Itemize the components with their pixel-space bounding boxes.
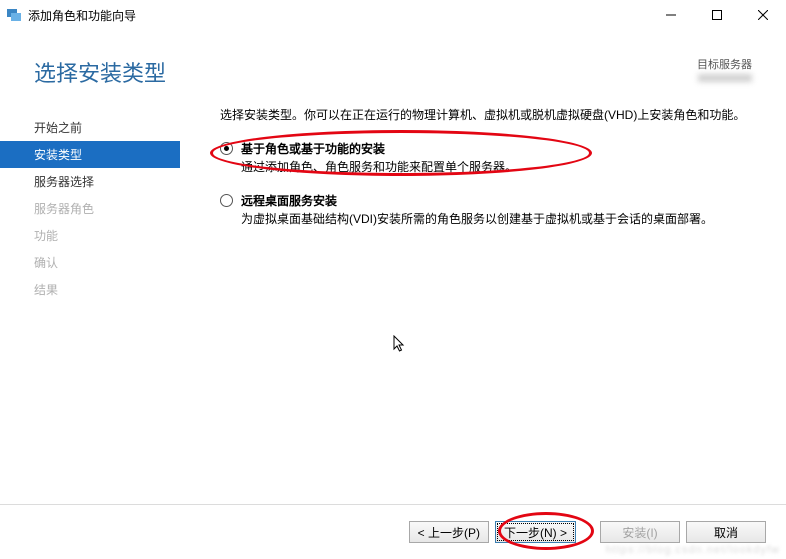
content-pane: 选择安装类型。你可以在正在运行的物理计算机、虚拟机或脱机虚拟硬盘(VHD)上安装… bbox=[180, 106, 786, 538]
sidebar-item-server-select[interactable]: 服务器选择 bbox=[0, 168, 180, 195]
minimize-button[interactable] bbox=[648, 0, 694, 30]
close-button[interactable] bbox=[740, 0, 786, 30]
server-manager-icon bbox=[6, 7, 22, 23]
radio-role-feature[interactable] bbox=[220, 142, 233, 155]
sidebar-item-features: 功能 bbox=[0, 222, 180, 249]
window-controls bbox=[648, 0, 786, 30]
main: 开始之前 安装类型 服务器选择 服务器角色 功能 确认 结果 选择安装类型。你可… bbox=[0, 106, 786, 538]
header: 选择安装类型 目标服务器 bbox=[0, 30, 786, 106]
next-button[interactable]: 下一步(N) > bbox=[495, 521, 576, 543]
option-rds[interactable]: 远程桌面服务安装 为虚拟桌面基础结构(VDI)安装所需的角色服务以创建基于虚拟机… bbox=[220, 192, 760, 228]
sidebar-item-result: 结果 bbox=[0, 276, 180, 303]
option-rds-desc: 为虚拟桌面基础结构(VDI)安装所需的角色服务以创建基于虚拟机或基于会话的桌面部… bbox=[241, 211, 760, 228]
window-title: 添加角色和功能向导 bbox=[28, 7, 136, 24]
sidebar-item-before[interactable]: 开始之前 bbox=[0, 114, 180, 141]
target-server-box: 目标服务器 bbox=[697, 56, 752, 85]
instruction-text: 选择安装类型。你可以在正在运行的物理计算机、虚拟机或脱机虚拟硬盘(VHD)上安装… bbox=[220, 106, 760, 124]
sidebar-item-server-roles: 服务器角色 bbox=[0, 195, 180, 222]
install-button: 安装(I) bbox=[600, 521, 680, 543]
option-rds-title: 远程桌面服务安装 bbox=[241, 192, 337, 209]
page-title: 选择安装类型 bbox=[34, 56, 166, 88]
footer: < 上一步(P) 下一步(N) > 安装(I) 取消 bbox=[0, 504, 786, 559]
maximize-button[interactable] bbox=[694, 0, 740, 30]
option-role-feature-title: 基于角色或基于功能的安装 bbox=[241, 140, 385, 157]
option-role-feature-desc: 通过添加角色、角色服务和功能来配置单个服务器。 bbox=[241, 159, 760, 176]
prev-button[interactable]: < 上一步(P) bbox=[409, 521, 489, 543]
option-role-feature[interactable]: 基于角色或基于功能的安装 通过添加角色、角色服务和功能来配置单个服务器。 bbox=[220, 140, 760, 176]
wizard-sidebar: 开始之前 安装类型 服务器选择 服务器角色 功能 确认 结果 bbox=[0, 106, 180, 538]
sidebar-item-install-type[interactable]: 安装类型 bbox=[0, 141, 180, 168]
title-bar: 添加角色和功能向导 bbox=[0, 0, 786, 30]
cancel-button[interactable]: 取消 bbox=[686, 521, 766, 543]
radio-rds[interactable] bbox=[220, 194, 233, 207]
target-server-name bbox=[698, 74, 752, 82]
sidebar-item-confirm: 确认 bbox=[0, 249, 180, 276]
target-server-label: 目标服务器 bbox=[697, 56, 752, 72]
